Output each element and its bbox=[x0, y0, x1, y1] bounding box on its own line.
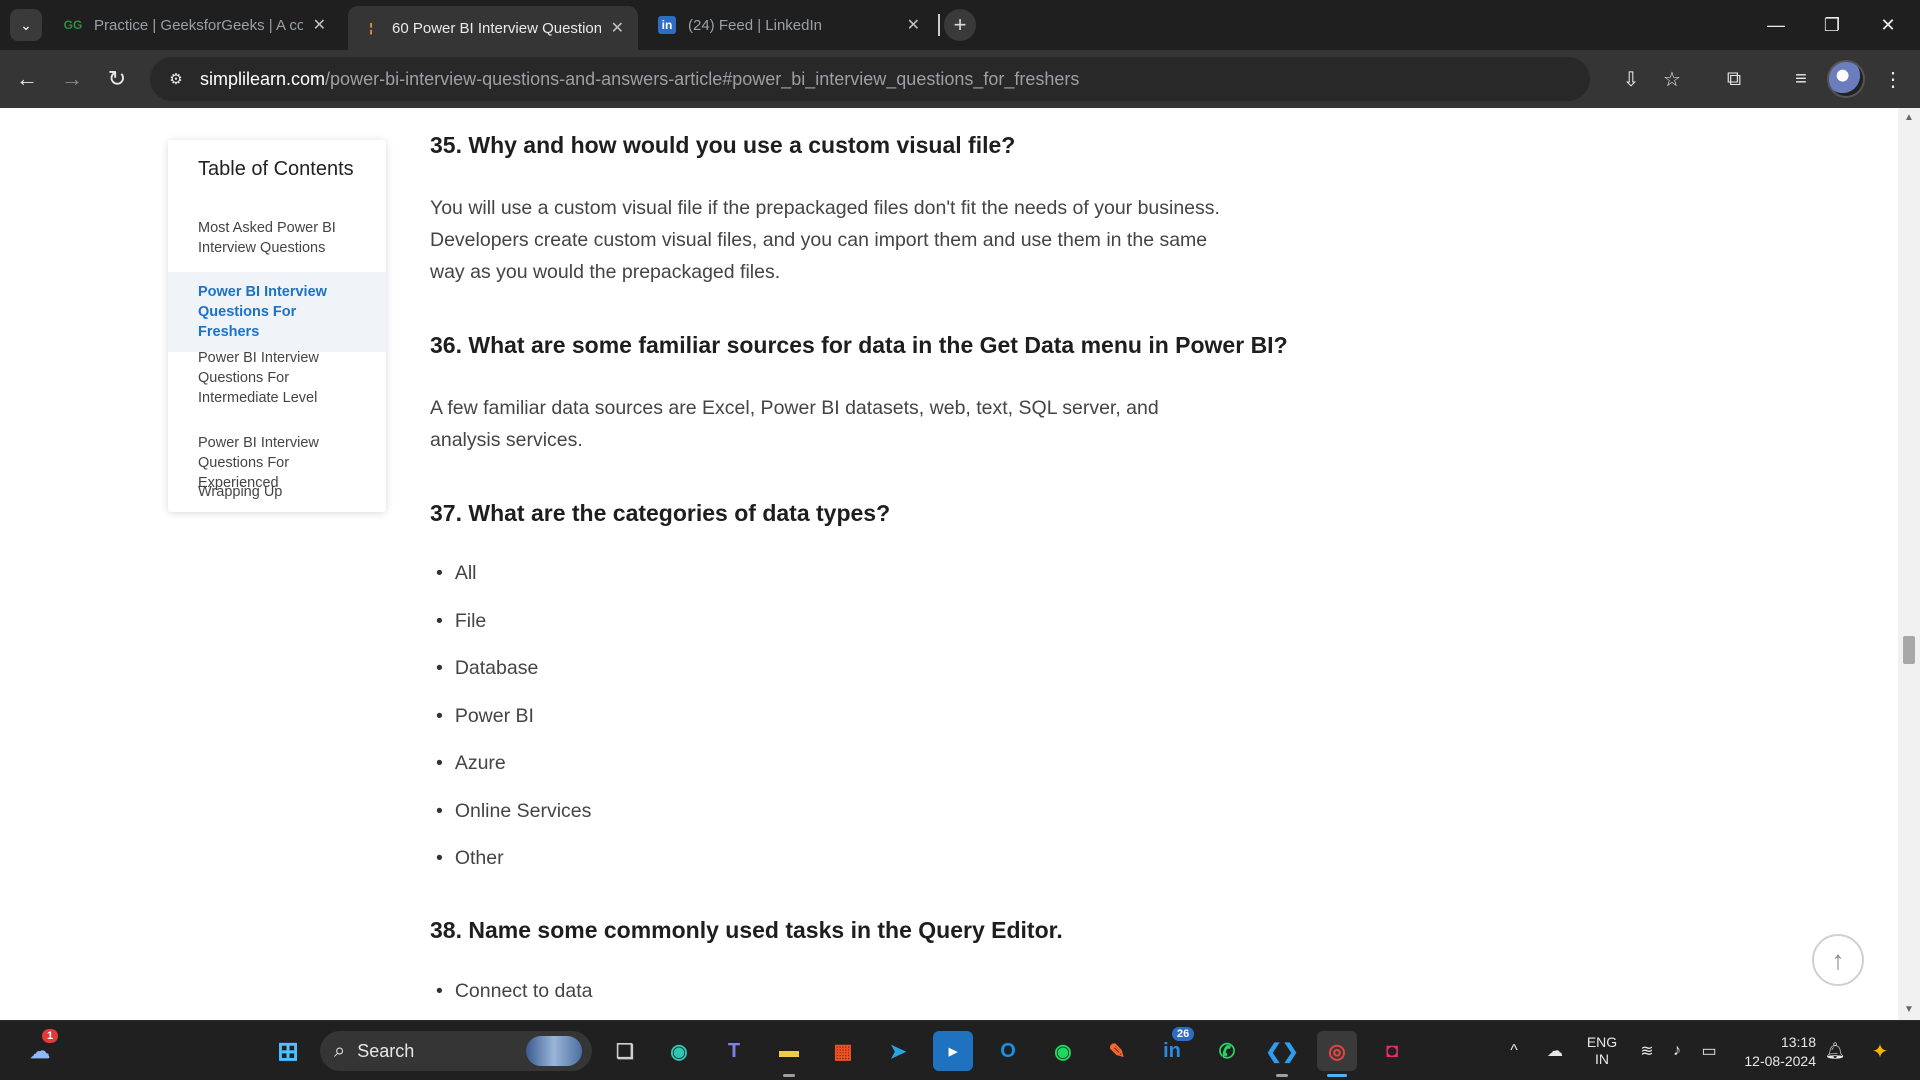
copilot-icon[interactable]: ✦ bbox=[1862, 1021, 1898, 1081]
telegram-icon[interactable]: ➤ bbox=[878, 1031, 918, 1071]
list-item: Connect to data bbox=[436, 980, 593, 1003]
orange-app-icon[interactable]: ✎ bbox=[1097, 1031, 1137, 1071]
show-hidden-icons-chevron-icon[interactable]: ^ bbox=[1500, 1021, 1528, 1081]
list-item: Database bbox=[436, 657, 538, 680]
volume-icon[interactable]: ♪ bbox=[1664, 1021, 1690, 1081]
close-window-icon[interactable]: ✕ bbox=[1860, 0, 1916, 50]
list-item: Other bbox=[436, 847, 504, 870]
close-tab-icon[interactable]: ✕ bbox=[313, 15, 326, 35]
question-heading-35: 35. Why and how would you use a custom v… bbox=[430, 132, 1016, 158]
file-explorer-icon[interactable]: ▬ bbox=[769, 1031, 809, 1077]
system-clock[interactable]: 13:18 12-08-2024 bbox=[1730, 1033, 1816, 1071]
input-language[interactable]: ENG IN bbox=[1584, 1034, 1620, 1068]
edge-browser-icon[interactable]: ◉ bbox=[659, 1031, 699, 1071]
list-item: Azure bbox=[436, 752, 506, 775]
outlook-icon[interactable]: O bbox=[988, 1031, 1028, 1071]
scroll-up-arrow-icon[interactable]: ▲ bbox=[1903, 112, 1915, 124]
windows-taskbar: ☁ 1 ⊞ ⌕ Search ❑ ◉ T ▬ ▦ ➤ ▶ O ◉ ✎ in 26… bbox=[0, 1020, 1920, 1080]
linkedin-icon: in bbox=[658, 16, 676, 34]
simplilearn-icon: ¦ bbox=[369, 21, 373, 35]
more-menu-icon[interactable]: ⋮ bbox=[1876, 62, 1910, 96]
linkedin-badge: 26 bbox=[1172, 1027, 1195, 1041]
toc-item-wrapping-up[interactable]: Wrapping Up bbox=[168, 482, 386, 502]
tab-title: Practice | GeeksforGeeks | A cor bbox=[94, 16, 303, 34]
bookmark-star-icon[interactable]: ☆ bbox=[1655, 62, 1689, 96]
tab-linkedin[interactable]: in (24) Feed | LinkedIn ✕ bbox=[644, 6, 934, 44]
scrollbar-thumb[interactable] bbox=[1903, 636, 1915, 664]
page-scrollbar[interactable]: ▲ ▼ bbox=[1898, 108, 1920, 1020]
tab-title: (24) Feed | LinkedIn bbox=[688, 16, 822, 34]
list-item: File bbox=[436, 610, 486, 633]
restore-window-icon[interactable]: ❐ bbox=[1804, 0, 1860, 50]
active-indicator bbox=[1327, 1074, 1347, 1077]
scroll-to-top-arrow-icon[interactable]: ↑ bbox=[1812, 934, 1864, 986]
taskbar-search[interactable]: ⌕ Search bbox=[320, 1031, 592, 1071]
tab-divider bbox=[938, 14, 940, 36]
clock-date: 12-08-2024 bbox=[1744, 1053, 1816, 1069]
answer-35: You will use a custom visual file if the… bbox=[430, 197, 1220, 283]
whatsapp-icon[interactable]: ✆ bbox=[1207, 1031, 1247, 1071]
running-indicator bbox=[783, 1074, 795, 1077]
weather-badge: 1 bbox=[42, 1029, 59, 1043]
tab-simplilearn[interactable]: ¦ 60 Power BI Interview Questions ✕ bbox=[348, 6, 638, 50]
clock-time: 13:18 bbox=[1780, 1034, 1816, 1050]
weather-widget-icon[interactable]: ☁ 1 bbox=[20, 1029, 60, 1071]
forward-arrow-icon[interactable]: → bbox=[55, 62, 89, 96]
question-heading-36: 36. What are some familiar sources for d… bbox=[430, 332, 1288, 358]
notification-bell-icon[interactable]: 🔔︎ bbox=[1822, 1021, 1848, 1081]
prime-video-icon[interactable]: ▶ bbox=[933, 1031, 973, 1071]
browser-toolbar: ← → ↻ ⚙ simplilearn.com/power-bi-intervi… bbox=[0, 50, 1920, 108]
tab-search-chevron-icon[interactable]: ⌄ bbox=[10, 9, 42, 41]
geeksforgeeks-icon: GG bbox=[63, 18, 83, 32]
list-item: Power BI bbox=[436, 705, 534, 728]
question-heading-37: 37. What are the categories of data type… bbox=[430, 500, 891, 526]
task-view-icon[interactable]: ❑ bbox=[605, 1031, 645, 1071]
teams-icon[interactable]: T bbox=[714, 1031, 754, 1071]
onedrive-offline-icon[interactable]: ☁ bbox=[1540, 1021, 1570, 1081]
site-settings-icon[interactable]: ⚙ bbox=[164, 67, 188, 91]
url-host: simplilearn.com bbox=[200, 68, 326, 89]
table-of-contents: Table of Contents Most Asked Power BI In… bbox=[168, 140, 386, 512]
scroll-down-arrow-icon[interactable]: ▼ bbox=[1903, 1004, 1915, 1016]
search-icon: ⌕ bbox=[334, 1039, 346, 1062]
back-arrow-icon[interactable]: ← bbox=[10, 62, 44, 96]
toc-title: Table of Contents bbox=[198, 158, 354, 180]
wifi-icon[interactable]: ≋ bbox=[1634, 1021, 1660, 1081]
windows-start-icon[interactable]: ⊞ bbox=[268, 1031, 308, 1071]
answer-36: A few familiar data sources are Excel, P… bbox=[430, 397, 1159, 451]
running-indicator bbox=[1276, 1074, 1288, 1077]
search-highlight-image bbox=[526, 1036, 582, 1066]
microsoft-store-icon[interactable]: ▦ bbox=[823, 1031, 863, 1071]
close-tab-icon[interactable]: ✕ bbox=[611, 18, 624, 38]
language-label: ENG bbox=[1586, 1034, 1618, 1050]
url-path: /power-bi-interview-questions-and-answer… bbox=[325, 68, 1080, 89]
list-item: Online Services bbox=[436, 800, 592, 823]
address-bar[interactable]: ⚙ simplilearn.com/power-bi-interview-que… bbox=[150, 57, 1590, 101]
spotify-icon[interactable]: ◉ bbox=[1043, 1031, 1083, 1071]
new-tab-plus-icon[interactable]: + bbox=[944, 9, 976, 41]
question-heading-38: 38. Name some commonly used tasks in the… bbox=[430, 917, 1063, 943]
battery-icon[interactable]: ▭ bbox=[1694, 1021, 1724, 1081]
instagram-icon[interactable]: ◘ bbox=[1372, 1031, 1412, 1071]
media-control-icon[interactable]: ≡ bbox=[1784, 62, 1818, 96]
tab-title: 60 Power BI Interview Questions bbox=[392, 19, 601, 37]
tab-geeksforgeeks[interactable]: GG Practice | GeeksforGeeks | A cor ✕ bbox=[50, 6, 340, 44]
list-item: All bbox=[436, 562, 477, 585]
region-label: IN bbox=[1595, 1051, 1609, 1067]
close-tab-icon[interactable]: ✕ bbox=[907, 15, 920, 35]
vscode-icon[interactable]: ❮❯ bbox=[1262, 1031, 1302, 1077]
reload-icon[interactable]: ↻ bbox=[100, 62, 134, 96]
page-content: Table of Contents Most Asked Power BI In… bbox=[0, 108, 1920, 1020]
linkedin-app-icon[interactable]: in 26 bbox=[1152, 1027, 1195, 1071]
minimize-window-icon[interactable]: — bbox=[1748, 0, 1804, 50]
toc-item-freshers[interactable]: Power BI Interview Questions For Fresher… bbox=[168, 272, 386, 352]
search-label: Search bbox=[357, 1040, 415, 1061]
browser-tab-strip: ⌄ GG Practice | GeeksforGeeks | A cor ✕ … bbox=[0, 0, 1920, 50]
toc-item-most-asked[interactable]: Most Asked Power BI Interview Questions bbox=[168, 218, 386, 258]
extensions-puzzle-icon[interactable]: ⧉ bbox=[1717, 62, 1751, 96]
install-app-icon[interactable]: ⇩ bbox=[1614, 62, 1648, 96]
profile-avatar[interactable] bbox=[1827, 60, 1865, 98]
chrome-icon[interactable]: ◎ bbox=[1317, 1031, 1357, 1077]
toc-item-intermediate[interactable]: Power BI Interview Questions For Interme… bbox=[168, 348, 386, 408]
